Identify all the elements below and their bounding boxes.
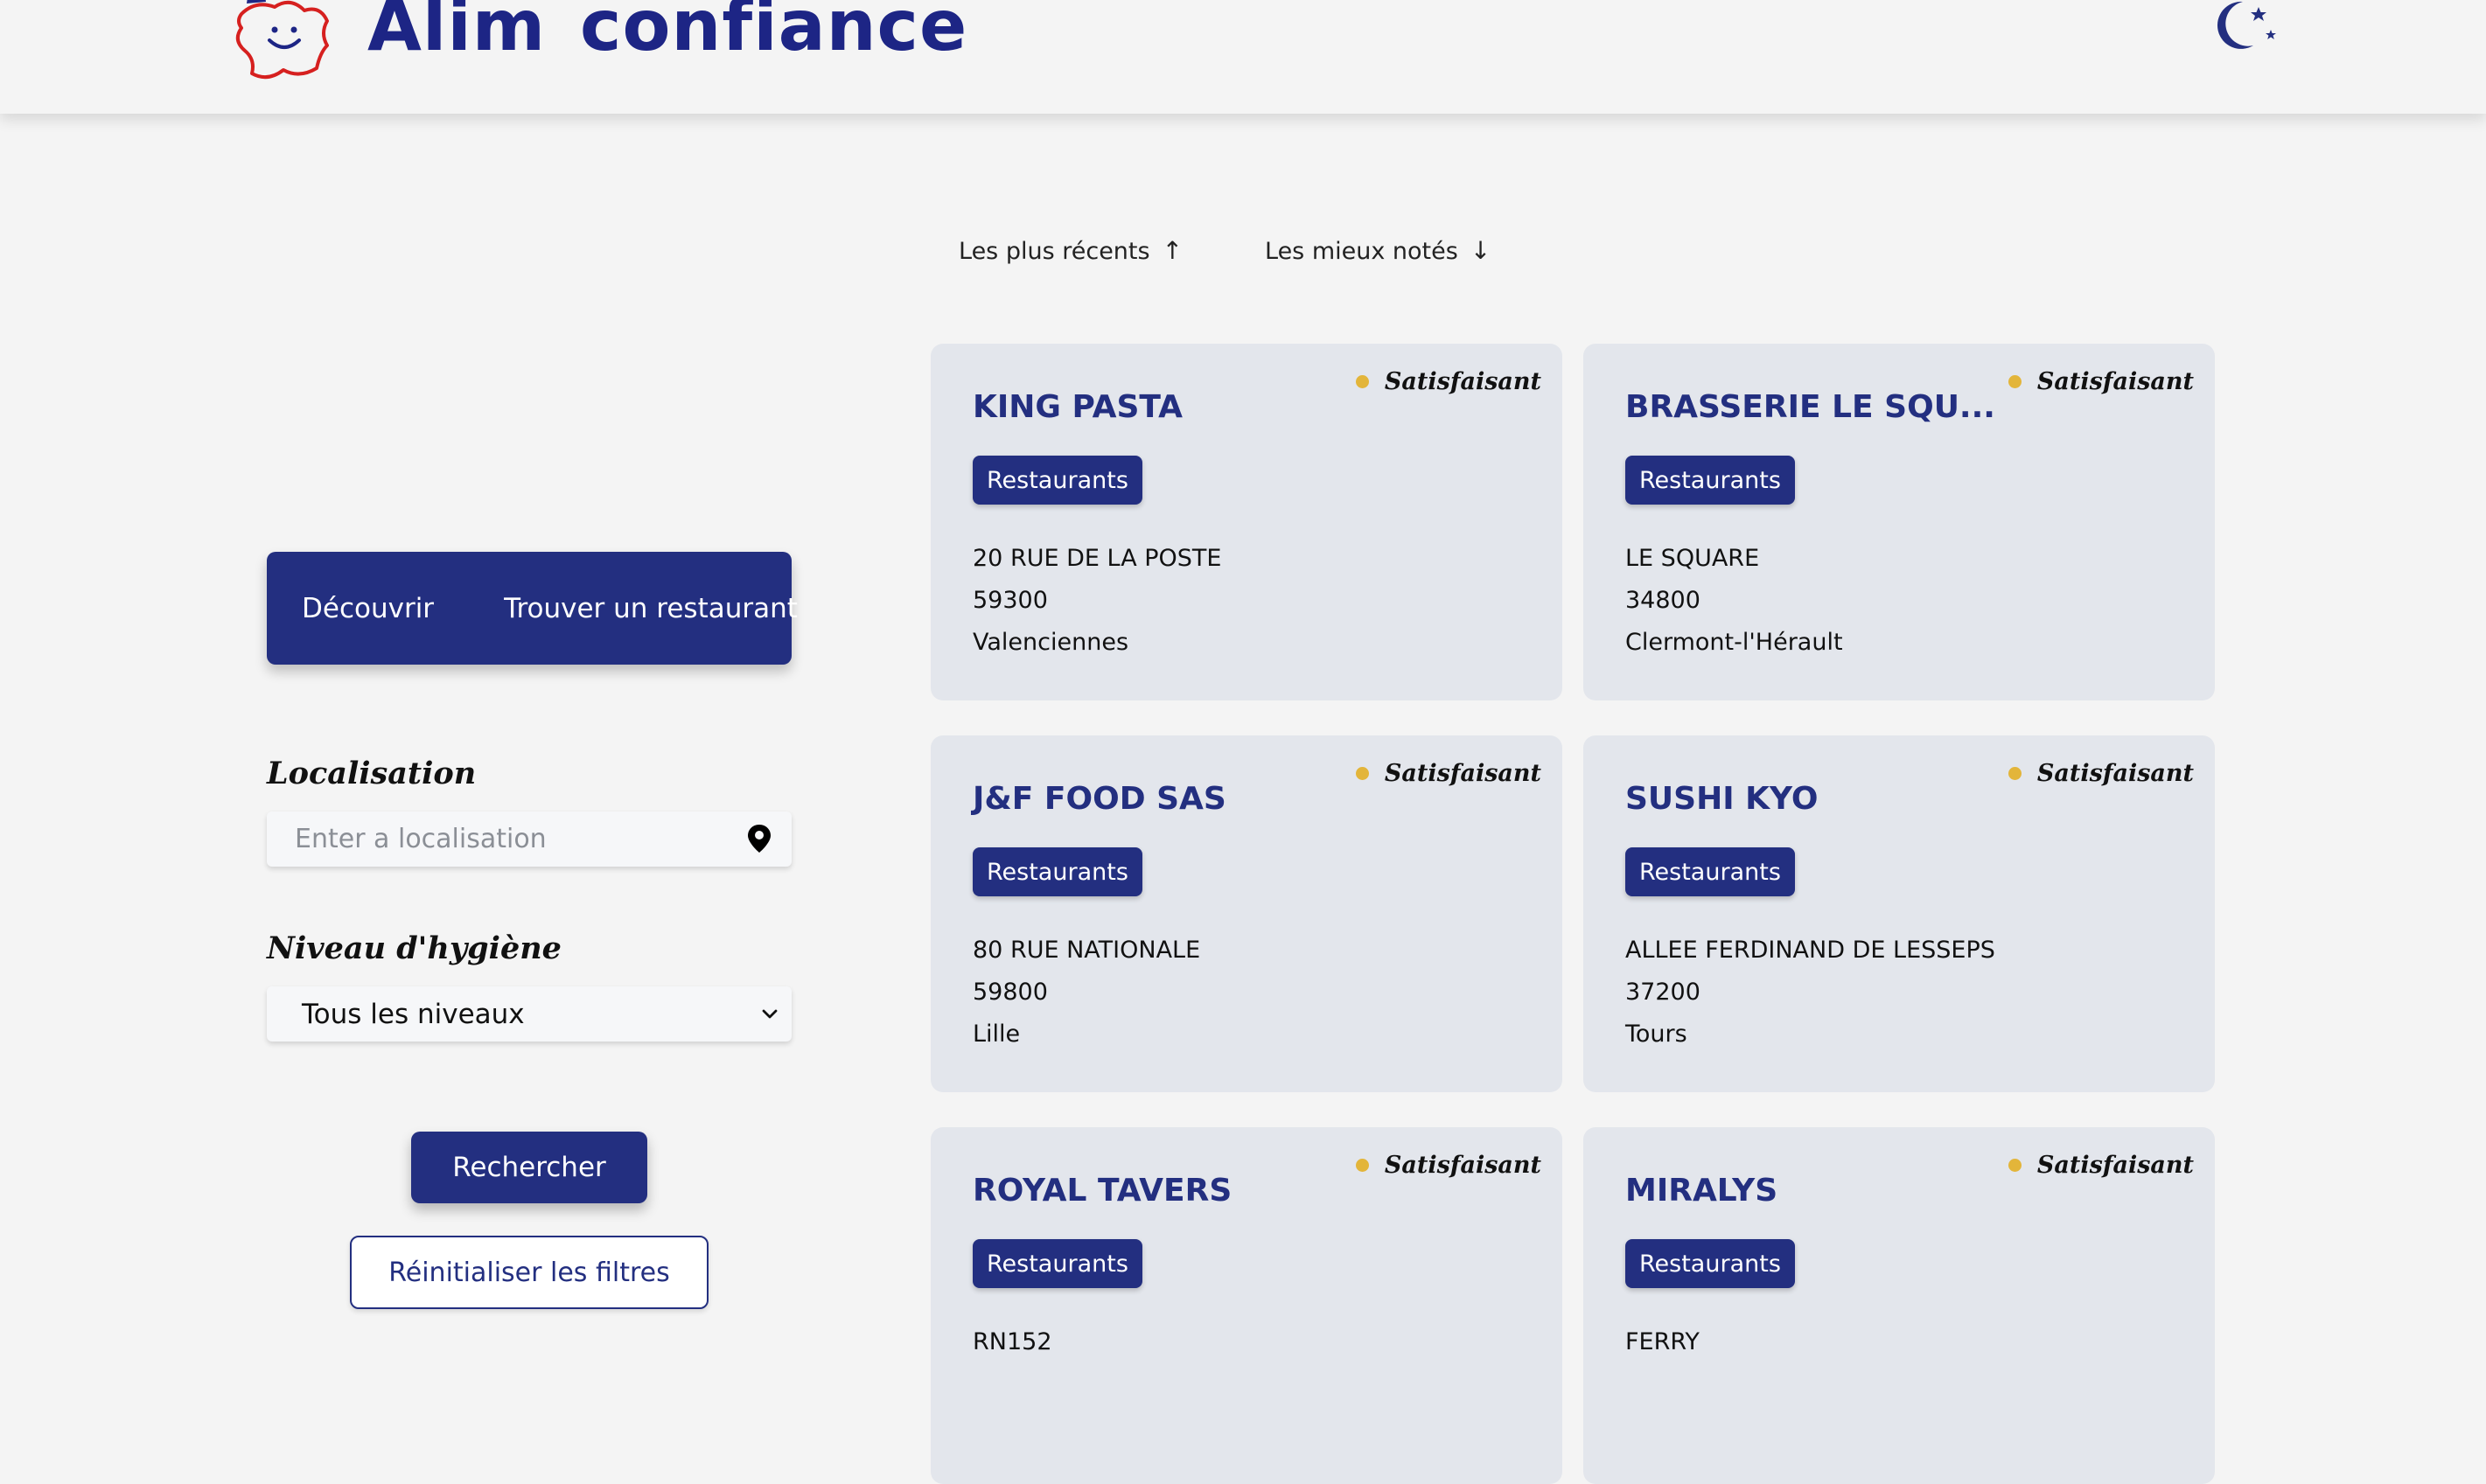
address-city: Clermont-l'Hérault	[1625, 629, 1843, 656]
restaurant-card[interactable]: Satisfaisant BRASSERIE LE SQU... Restaur…	[1583, 344, 2215, 700]
sort-best-rated[interactable]: Les mieux notés ↓	[1265, 236, 1491, 265]
status-dot-icon	[1355, 375, 1369, 388]
restaurant-card[interactable]: Satisfaisant KING PASTA Restaurants 20 R…	[931, 344, 1562, 700]
hygiene-level-select[interactable]: Tous les niveaux	[267, 986, 792, 1042]
category-badge: Restaurants	[1625, 847, 1795, 896]
reset-filters-button[interactable]: Réinitialiser les filtres	[350, 1236, 709, 1309]
hygiene-status: Satisfaisant	[1355, 760, 1541, 787]
status-text: Satisfaisant	[1384, 368, 1541, 395]
restaurant-card[interactable]: Satisfaisant SUSHI KYO Restaurants ALLEE…	[1583, 735, 2215, 1092]
status-dot-icon	[2008, 375, 2022, 388]
address-city: Lille	[973, 1021, 1021, 1048]
restaurant-name: J&F FOOD SAS	[973, 781, 1226, 817]
address-street: FERRY	[1625, 1328, 1700, 1355]
search-button[interactable]: Rechercher	[411, 1132, 647, 1203]
address-postcode: 59300	[973, 587, 1048, 614]
address-street: RN152	[973, 1328, 1052, 1355]
brand-apostrophe: ’	[548, 0, 577, 48]
site-header: Alim’confiance	[0, 0, 2486, 114]
status-dot-icon	[1355, 767, 1369, 780]
status-text: Satisfaisant	[1384, 1152, 1541, 1179]
status-text: Satisfaisant	[2036, 368, 2194, 395]
tab-find-restaurant[interactable]: Trouver un restaurant	[504, 593, 798, 624]
address-street: ALLEE FERDINAND DE LESSEPS	[1625, 937, 1995, 964]
category-badge: Restaurants	[973, 1239, 1142, 1288]
hygiene-status: Satisfaisant	[2008, 368, 2194, 395]
restaurant-address: 80 RUE NATIONALE 59800 Lille	[973, 930, 1200, 1056]
mode-tabs: Découvrir Trouver un restaurant	[267, 552, 798, 665]
hygiene-status: Satisfaisant	[1355, 368, 1541, 395]
hygiene-level-label: Niveau d'hygiène	[267, 930, 562, 966]
hygiene-level-selected: Tous les niveaux	[302, 998, 525, 1030]
logo-france-icon[interactable]	[229, 0, 339, 86]
restaurant-name: BRASSERIE LE SQU...	[1625, 389, 1995, 425]
status-dot-icon	[2008, 1159, 2022, 1172]
dark-mode-toggle-icon[interactable]	[2204, 0, 2280, 52]
restaurant-name: SUSHI KYO	[1625, 781, 1819, 817]
address-street: LE SQUARE	[1625, 545, 1760, 572]
restaurant-address: 20 RUE DE LA POSTE 59300 Valenciennes	[973, 538, 1221, 664]
sort-most-recent[interactable]: Les plus récents ↑	[959, 236, 1183, 265]
restaurant-name: MIRALYS	[1625, 1173, 1778, 1209]
location-pin-icon[interactable]	[746, 824, 772, 853]
brand-name-part1: Alim	[367, 0, 547, 66]
status-text: Satisfaisant	[2036, 1152, 2194, 1179]
category-badge: Restaurants	[1625, 1239, 1795, 1288]
address-street: 80 RUE NATIONALE	[973, 937, 1201, 964]
category-badge: Restaurants	[973, 456, 1142, 505]
address-postcode: 37200	[1625, 979, 1700, 1006]
restaurant-card[interactable]: Satisfaisant ROYAL TAVERS Restaurants RN…	[931, 1127, 1562, 1484]
location-label: Localisation	[267, 756, 477, 791]
address-postcode: 59800	[973, 979, 1048, 1006]
arrow-up-icon: ↑	[1162, 236, 1184, 265]
arrow-down-icon: ↓	[1470, 236, 1491, 265]
restaurant-name: ROYAL TAVERS	[973, 1173, 1233, 1209]
address-city: Valenciennes	[973, 629, 1129, 656]
location-input[interactable]	[267, 812, 792, 867]
status-text: Satisfaisant	[2036, 760, 2194, 787]
sort-best-rated-label: Les mieux notés	[1265, 238, 1458, 265]
restaurant-name: KING PASTA	[973, 389, 1183, 425]
address-city: Tours	[1625, 1021, 1687, 1048]
location-field	[267, 812, 792, 867]
address-postcode: 34800	[1625, 587, 1700, 614]
chevron-down-icon	[762, 1009, 778, 1019]
status-dot-icon	[2008, 767, 2022, 780]
hygiene-status: Satisfaisant	[2008, 760, 2194, 787]
hygiene-status: Satisfaisant	[2008, 1152, 2194, 1179]
restaurant-card[interactable]: Satisfaisant MIRALYS Restaurants FERRY	[1583, 1127, 2215, 1484]
restaurant-card[interactable]: Satisfaisant J&F FOOD SAS Restaurants 80…	[931, 735, 1562, 1092]
restaurant-address: FERRY	[1625, 1321, 1700, 1363]
restaurant-address: ALLEE FERDINAND DE LESSEPS 37200 Tours	[1625, 930, 1995, 1056]
tab-discover[interactable]: Découvrir	[302, 593, 434, 624]
restaurant-address: LE SQUARE 34800 Clermont-l'Hérault	[1625, 538, 1843, 664]
restaurant-address: RN152	[973, 1321, 1052, 1363]
status-dot-icon	[1355, 1159, 1369, 1172]
status-text: Satisfaisant	[1384, 760, 1541, 787]
brand-name[interactable]: Alim’confiance	[367, 0, 967, 61]
address-street: 20 RUE DE LA POSTE	[973, 545, 1222, 572]
sort-most-recent-label: Les plus récents	[959, 238, 1150, 265]
category-badge: Restaurants	[973, 847, 1142, 896]
hygiene-status: Satisfaisant	[1355, 1152, 1541, 1179]
brand-name-part2: confiance	[580, 0, 968, 66]
category-badge: Restaurants	[1625, 456, 1795, 505]
